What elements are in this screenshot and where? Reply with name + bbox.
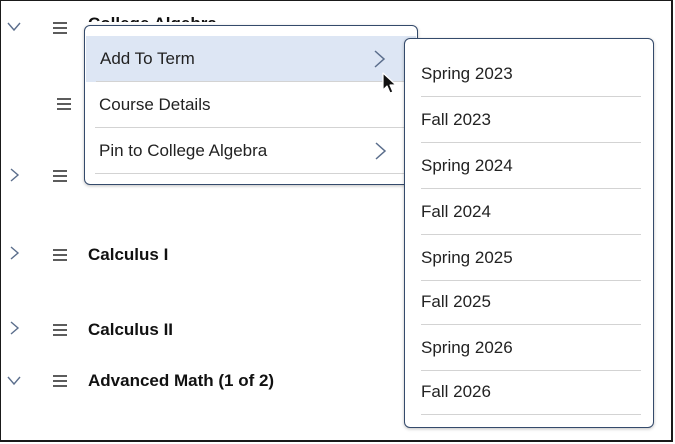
submenu-item-fall-2024[interactable]: Fall 2024 xyxy=(421,189,641,235)
term-submenu: Spring 2023 Fall 2023 Spring 2024 Fall 2… xyxy=(404,38,654,428)
submenu-item-spring-2026[interactable]: Spring 2026 xyxy=(421,325,641,371)
menu-item-label: Course Details xyxy=(99,95,211,114)
context-menu: Add To Term Course Details Pin to Colleg… xyxy=(84,25,418,185)
chevron-right-icon[interactable] xyxy=(7,246,21,260)
course-title-calculus-2[interactable]: Calculus II xyxy=(88,320,173,340)
drag-handle-icon[interactable] xyxy=(53,249,67,261)
menu-item-label: Pin to College Algebra xyxy=(99,141,268,160)
drag-handle-icon[interactable] xyxy=(53,375,67,387)
submenu-item-fall-2025[interactable]: Fall 2025 xyxy=(421,279,641,325)
chevron-right-icon[interactable] xyxy=(7,321,21,335)
course-title-advanced-math[interactable]: Advanced Math (1 of 2) xyxy=(88,371,274,391)
submenu-item-spring-2024[interactable]: Spring 2024 xyxy=(421,143,641,189)
drag-handle-icon[interactable] xyxy=(53,170,67,182)
submenu-item-spring-2025[interactable]: Spring 2025 xyxy=(421,235,641,281)
submenu-item-spring-2023[interactable]: Spring 2023 xyxy=(421,51,641,97)
mouse-pointer-icon xyxy=(382,72,398,96)
menu-item-pin-to-college-algebra[interactable]: Pin to College Algebra xyxy=(85,128,417,174)
course-title-calculus-1[interactable]: Calculus I xyxy=(88,245,168,265)
menu-item-course-details[interactable]: Course Details xyxy=(85,82,417,128)
chevron-right-icon xyxy=(372,50,386,68)
chevron-right-icon xyxy=(373,142,387,160)
chevron-right-icon[interactable] xyxy=(7,168,21,182)
drag-handle-icon[interactable] xyxy=(53,22,67,34)
course-title-college-algebra[interactable]: College Algebra xyxy=(88,14,217,22)
menu-item-add-to-term[interactable]: Add To Term xyxy=(86,36,416,82)
chevron-down-icon[interactable] xyxy=(7,20,21,34)
chevron-down-icon[interactable] xyxy=(7,374,21,388)
menu-item-label: Add To Term xyxy=(100,49,195,68)
drag-handle-icon[interactable] xyxy=(53,324,67,336)
submenu-item-fall-2026[interactable]: Fall 2026 xyxy=(421,369,641,415)
submenu-item-fall-2023[interactable]: Fall 2023 xyxy=(421,97,641,143)
drag-handle-icon[interactable] xyxy=(57,98,71,110)
